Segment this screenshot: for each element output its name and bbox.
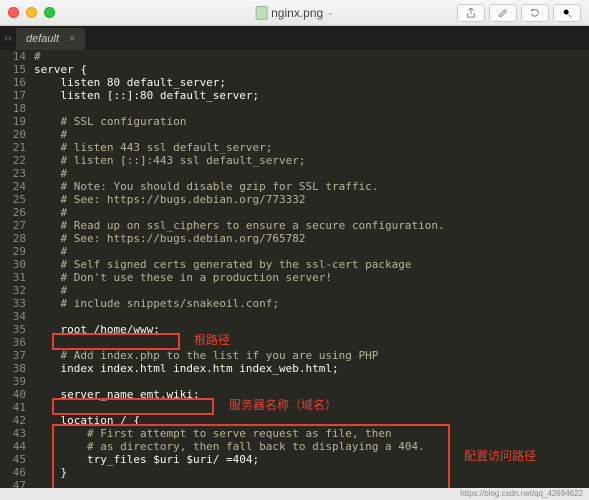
code-line: # Note: You should disable gzip for SSL …	[34, 180, 589, 193]
line-number: 26	[0, 206, 26, 219]
code-line: # Self signed certs generated by the ssl…	[34, 258, 589, 271]
search-button[interactable]	[553, 4, 581, 22]
code-line: listen [::]:80 default_server;	[34, 89, 589, 102]
line-number: 24	[0, 180, 26, 193]
code-area[interactable]: #server { listen 80 default_server; list…	[34, 50, 589, 488]
line-gutter: 1415161718192021222324252627282930313233…	[0, 50, 34, 488]
line-number: 46	[0, 466, 26, 479]
line-number: 29	[0, 245, 26, 258]
code-line: #	[34, 206, 589, 219]
code-line: # See: https://bugs.debian.org/773332	[34, 193, 589, 206]
line-number: 47	[0, 479, 26, 488]
code-line: # Read up on ssl_ciphers to ensure a sec…	[34, 219, 589, 232]
toolbar-right	[457, 4, 581, 22]
line-number: 18	[0, 102, 26, 115]
title-dropdown-icon[interactable]: ⌄	[327, 8, 334, 17]
traffic-lights	[8, 7, 55, 18]
window-title-text: nginx.png	[271, 6, 323, 20]
tab-close-icon[interactable]: ×	[69, 33, 75, 45]
minimize-window-button[interactable]	[26, 7, 37, 18]
code-line: #	[34, 245, 589, 258]
line-number: 15	[0, 63, 26, 76]
code-line: # Don't use these in a production server…	[34, 271, 589, 284]
maximize-window-button[interactable]	[44, 7, 55, 18]
code-line: # listen 443 ssl default_server;	[34, 141, 589, 154]
line-number: 37	[0, 349, 26, 362]
code-line	[34, 479, 589, 488]
close-window-button[interactable]	[8, 7, 19, 18]
line-number: 33	[0, 297, 26, 310]
line-number: 38	[0, 362, 26, 375]
code-line: #	[34, 128, 589, 141]
line-number: 14	[0, 50, 26, 63]
edit-button[interactable]	[489, 4, 517, 22]
code-line: # Add index.php to the list if you are u…	[34, 349, 589, 362]
line-number: 36	[0, 336, 26, 349]
line-number: 43	[0, 427, 26, 440]
code-line	[34, 401, 589, 414]
code-line: listen 80 default_server;	[34, 76, 589, 89]
line-number: 40	[0, 388, 26, 401]
line-number: 25	[0, 193, 26, 206]
line-number: 34	[0, 310, 26, 323]
code-line: #	[34, 284, 589, 297]
line-number: 41	[0, 401, 26, 414]
line-number: 20	[0, 128, 26, 141]
line-number: 23	[0, 167, 26, 180]
code-line: # include snippets/snakeoil.conf;	[34, 297, 589, 310]
code-line: location / {	[34, 414, 589, 427]
line-number: 27	[0, 219, 26, 232]
rotate-button[interactable]	[521, 4, 549, 22]
image-file-icon	[255, 6, 267, 20]
line-number: 42	[0, 414, 26, 427]
footer: https://blog.csdn.net/qq_42694622	[0, 488, 589, 500]
line-number: 44	[0, 440, 26, 453]
line-number: 16	[0, 76, 26, 89]
window-titlebar: nginx.png ⌄	[0, 0, 589, 26]
line-number: 39	[0, 375, 26, 388]
line-number: 32	[0, 284, 26, 297]
code-editor[interactable]: 1415161718192021222324252627282930313233…	[0, 50, 589, 488]
code-line: #	[34, 50, 589, 63]
window-title: nginx.png ⌄	[255, 6, 334, 20]
tab-label: default	[26, 33, 59, 45]
code-line: server_name emt.wiki;	[34, 388, 589, 401]
tab-default[interactable]: default ×	[16, 28, 85, 50]
tab-bar: ‹› default ×	[0, 26, 589, 50]
code-line	[34, 336, 589, 349]
line-number: 17	[0, 89, 26, 102]
tab-menu-button[interactable]: ‹›	[0, 26, 16, 50]
line-number: 22	[0, 154, 26, 167]
share-button[interactable]	[457, 4, 485, 22]
code-line: server {	[34, 63, 589, 76]
code-line	[34, 375, 589, 388]
code-line: }	[34, 466, 589, 479]
code-line	[34, 310, 589, 323]
code-line: # as directory, then fall back to displa…	[34, 440, 589, 453]
line-number: 35	[0, 323, 26, 336]
line-number: 31	[0, 271, 26, 284]
footer-url: https://blog.csdn.net/qq_42694622	[460, 489, 583, 498]
code-line: #	[34, 167, 589, 180]
code-line: # listen [::]:443 ssl default_server;	[34, 154, 589, 167]
code-line	[34, 102, 589, 115]
line-number: 30	[0, 258, 26, 271]
code-line: try_files $uri $uri/ =404;	[34, 453, 589, 466]
code-line: index index.html index.htm index_web.htm…	[34, 362, 589, 375]
code-line: # See: https://bugs.debian.org/765782	[34, 232, 589, 245]
line-number: 28	[0, 232, 26, 245]
line-number: 21	[0, 141, 26, 154]
code-line: root /home/www;	[34, 323, 589, 336]
line-number: 19	[0, 115, 26, 128]
code-line: # SSL configuration	[34, 115, 589, 128]
code-line: # First attempt to serve request as file…	[34, 427, 589, 440]
chevron-icon: ‹›	[5, 33, 12, 44]
line-number: 45	[0, 453, 26, 466]
